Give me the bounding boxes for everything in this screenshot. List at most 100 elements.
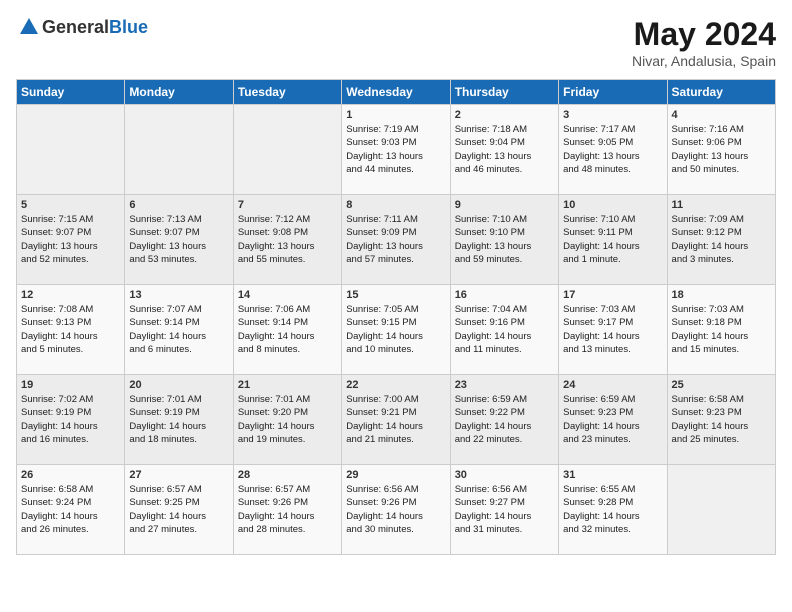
day-content: Sunrise: 6:57 AM Sunset: 9:25 PM Dayligh… — [129, 483, 228, 536]
calendar-week-row: 1 Sunrise: 7:19 AM Sunset: 9:03 PM Daylig… — [17, 105, 776, 195]
day-content: Sunrise: 7:08 AM Sunset: 9:13 PM Dayligh… — [21, 303, 120, 356]
calendar-cell: 24 Sunrise: 6:59 AM Sunset: 9:23 PM Dayli… — [559, 375, 667, 465]
calendar-cell: 27 Sunrise: 6:57 AM Sunset: 9:25 PM Dayli… — [125, 465, 233, 555]
day-number: 2 — [455, 109, 554, 121]
calendar-cell: 20 Sunrise: 7:01 AM Sunset: 9:19 PM Dayli… — [125, 375, 233, 465]
day-content: Sunrise: 6:59 AM Sunset: 9:23 PM Dayligh… — [563, 393, 662, 446]
day-number: 1 — [346, 109, 445, 121]
day-content: Sunrise: 7:00 AM Sunset: 9:21 PM Dayligh… — [346, 393, 445, 446]
calendar-cell: 16 Sunrise: 7:04 AM Sunset: 9:16 PM Dayli… — [450, 285, 558, 375]
calendar-cell: 7 Sunrise: 7:12 AM Sunset: 9:08 PM Daylig… — [233, 195, 341, 285]
calendar-week-row: 12 Sunrise: 7:08 AM Sunset: 9:13 PM Dayli… — [17, 285, 776, 375]
day-number: 3 — [563, 109, 662, 121]
calendar-cell: 21 Sunrise: 7:01 AM Sunset: 9:20 PM Dayli… — [233, 375, 341, 465]
day-content: Sunrise: 6:58 AM Sunset: 9:23 PM Dayligh… — [672, 393, 771, 446]
day-content: Sunrise: 7:16 AM Sunset: 9:06 PM Dayligh… — [672, 123, 771, 176]
day-content: Sunrise: 7:11 AM Sunset: 9:09 PM Dayligh… — [346, 213, 445, 266]
logo-text-blue: Blue — [109, 17, 148, 37]
day-number: 8 — [346, 199, 445, 211]
calendar-cell: 23Sunrise: 6:59 AM Sunset: 9:22 PM Dayli… — [450, 375, 558, 465]
day-number: 13 — [129, 289, 228, 301]
calendar-cell: 6Sunrise: 7:13 AM Sunset: 9:07 PM Daylig… — [125, 195, 233, 285]
weekday-header-thursday: Thursday — [450, 80, 558, 105]
calendar-table: SundayMondayTuesdayWednesdayThursdayFrid… — [16, 79, 776, 555]
logo-text-general: General — [42, 17, 109, 37]
calendar-cell: 13 Sunrise: 7:07 AM Sunset: 9:14 PM Dayli… — [125, 285, 233, 375]
day-number: 4 — [672, 109, 771, 121]
calendar-cell: 17 Sunrise: 7:03 AM Sunset: 9:17 PM Dayli… — [559, 285, 667, 375]
day-content: Sunrise: 7:03 AM Sunset: 9:18 PM Dayligh… — [672, 303, 771, 356]
day-number: 5 — [21, 199, 120, 211]
day-number: 7 — [238, 199, 337, 211]
weekday-header-tuesday: Tuesday — [233, 80, 341, 105]
day-number: 20 — [129, 379, 228, 391]
day-number: 26 — [21, 469, 120, 481]
calendar-cell — [667, 465, 775, 555]
calendar-cell: 10 Sunrise: 7:10 AM Sunset: 9:11 PM Dayli… — [559, 195, 667, 285]
day-number: 12 — [21, 289, 120, 301]
day-content: Sunrise: 6:56 AM Sunset: 9:26 PM Dayligh… — [346, 483, 445, 536]
logo: GeneralBlue — [16, 16, 148, 38]
calendar-week-row: 19 Sunrise: 7:02 AM Sunset: 9:19 PM Dayli… — [17, 375, 776, 465]
day-content: Sunrise: 7:19 AM Sunset: 9:03 PM Dayligh… — [346, 123, 445, 176]
calendar-week-row: 26 Sunrise: 6:58 AM Sunset: 9:24 PM Dayli… — [17, 465, 776, 555]
calendar-cell: 3 Sunrise: 7:17 AM Sunset: 9:05 PM Daylig… — [559, 105, 667, 195]
calendar-cell: 26 Sunrise: 6:58 AM Sunset: 9:24 PM Dayli… — [17, 465, 125, 555]
day-number: 31 — [563, 469, 662, 481]
weekday-header-wednesday: Wednesday — [342, 80, 450, 105]
day-number: 27 — [129, 469, 228, 481]
day-content: Sunrise: 6:55 AM Sunset: 9:28 PM Dayligh… — [563, 483, 662, 536]
day-content: Sunrise: 6:56 AM Sunset: 9:27 PM Dayligh… — [455, 483, 554, 536]
day-number: 10 — [563, 199, 662, 211]
title-area: May 2024 Nivar, Andalusia, Spain — [632, 16, 776, 69]
month-title: May 2024 — [632, 16, 776, 53]
location-title: Nivar, Andalusia, Spain — [632, 53, 776, 69]
calendar-cell: 28Sunrise: 6:57 AM Sunset: 9:26 PM Dayli… — [233, 465, 341, 555]
weekday-header-monday: Monday — [125, 80, 233, 105]
calendar-cell: 29Sunrise: 6:56 AM Sunset: 9:26 PM Dayli… — [342, 465, 450, 555]
day-number: 11 — [672, 199, 771, 211]
calendar-cell: 31 Sunrise: 6:55 AM Sunset: 9:28 PM Dayli… — [559, 465, 667, 555]
day-content: Sunrise: 7:10 AM Sunset: 9:10 PM Dayligh… — [455, 213, 554, 266]
day-number: 15 — [346, 289, 445, 301]
day-content: Sunrise: 7:01 AM Sunset: 9:20 PM Dayligh… — [238, 393, 337, 446]
day-content: Sunrise: 7:17 AM Sunset: 9:05 PM Dayligh… — [563, 123, 662, 176]
day-content: Sunrise: 7:02 AM Sunset: 9:19 PM Dayligh… — [21, 393, 120, 446]
day-content: Sunrise: 7:03 AM Sunset: 9:17 PM Dayligh… — [563, 303, 662, 356]
calendar-cell: 9 Sunrise: 7:10 AM Sunset: 9:10 PM Daylig… — [450, 195, 558, 285]
calendar-cell — [125, 105, 233, 195]
calendar-cell: 1 Sunrise: 7:19 AM Sunset: 9:03 PM Daylig… — [342, 105, 450, 195]
day-content: Sunrise: 7:06 AM Sunset: 9:14 PM Dayligh… — [238, 303, 337, 356]
header: GeneralBlue May 2024 Nivar, Andalusia, S… — [16, 16, 776, 69]
day-number: 14 — [238, 289, 337, 301]
day-number: 24 — [563, 379, 662, 391]
calendar-cell: 8 Sunrise: 7:11 AM Sunset: 9:09 PM Daylig… — [342, 195, 450, 285]
day-content: Sunrise: 7:05 AM Sunset: 9:15 PM Dayligh… — [346, 303, 445, 356]
day-number: 17 — [563, 289, 662, 301]
day-content: Sunrise: 6:57 AM Sunset: 9:26 PM Dayligh… — [238, 483, 337, 536]
calendar-cell: 14 Sunrise: 7:06 AM Sunset: 9:14 PM Dayli… — [233, 285, 341, 375]
day-number: 25 — [672, 379, 771, 391]
weekday-header-row: SundayMondayTuesdayWednesdayThursdayFrid… — [17, 80, 776, 105]
day-number: 6 — [129, 199, 228, 211]
calendar-cell: 11Sunrise: 7:09 AM Sunset: 9:12 PM Dayli… — [667, 195, 775, 285]
day-number: 30 — [455, 469, 554, 481]
day-number: 22 — [346, 379, 445, 391]
day-number: 16 — [455, 289, 554, 301]
day-number: 19 — [21, 379, 120, 391]
day-content: Sunrise: 7:01 AM Sunset: 9:19 PM Dayligh… — [129, 393, 228, 446]
day-number: 9 — [455, 199, 554, 211]
day-content: Sunrise: 6:58 AM Sunset: 9:24 PM Dayligh… — [21, 483, 120, 536]
day-content: Sunrise: 7:07 AM Sunset: 9:14 PM Dayligh… — [129, 303, 228, 356]
calendar-cell — [233, 105, 341, 195]
calendar-cell: 25 Sunrise: 6:58 AM Sunset: 9:23 PM Dayli… — [667, 375, 775, 465]
calendar-cell — [17, 105, 125, 195]
day-content: Sunrise: 7:10 AM Sunset: 9:11 PM Dayligh… — [563, 213, 662, 266]
day-number: 21 — [238, 379, 337, 391]
weekday-header-friday: Friday — [559, 80, 667, 105]
day-content: Sunrise: 7:12 AM Sunset: 9:08 PM Dayligh… — [238, 213, 337, 266]
calendar-cell: 2Sunrise: 7:18 AM Sunset: 9:04 PM Daylig… — [450, 105, 558, 195]
day-content: Sunrise: 7:04 AM Sunset: 9:16 PM Dayligh… — [455, 303, 554, 356]
calendar-cell: 30 Sunrise: 6:56 AM Sunset: 9:27 PM Dayli… — [450, 465, 558, 555]
calendar-cell: 18Sunrise: 7:03 AM Sunset: 9:18 PM Dayli… — [667, 285, 775, 375]
